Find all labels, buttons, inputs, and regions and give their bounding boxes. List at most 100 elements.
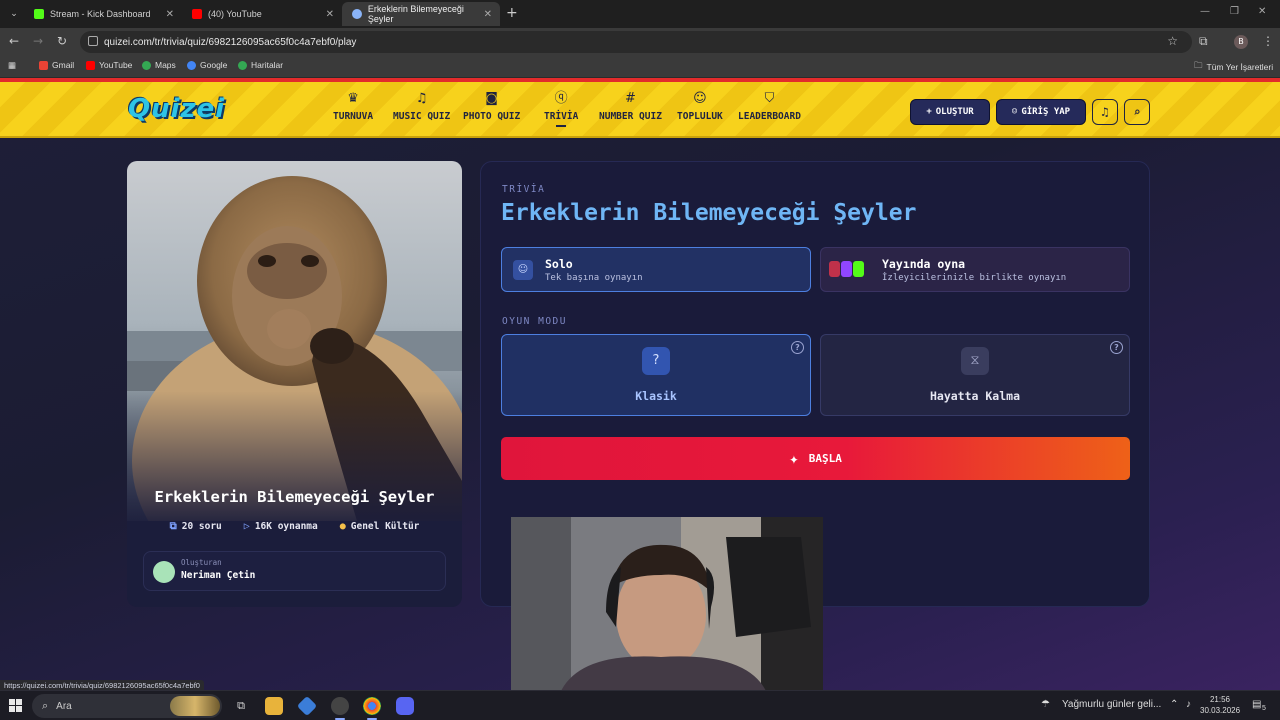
site-info-icon[interactable] <box>88 36 98 46</box>
clock-time: 21:56 <box>1209 695 1231 704</box>
camera-icon: ◙ <box>485 91 498 106</box>
mode-classic[interactable]: ? Klasik ? <box>501 334 811 416</box>
forward-arrow-icon[interactable]: → <box>33 34 43 48</box>
help-icon[interactable]: ? <box>791 341 804 354</box>
quiz-title: Erkeklerin Bilemeyeceği Şeyler <box>154 488 435 506</box>
creator-name[interactable]: Neriman Çetin <box>181 570 255 581</box>
close-tab-icon[interactable]: ✕ <box>166 9 174 20</box>
restore-icon[interactable]: ❐ <box>1230 6 1239 17</box>
close-tab-icon[interactable]: ✕ <box>326 9 334 20</box>
minimize-icon[interactable]: — <box>1200 6 1210 17</box>
bookmark-haritalar[interactable]: Haritalar <box>238 60 283 70</box>
music-note-icon: ♫ <box>415 91 428 106</box>
help-icon[interactable]: ? <box>1110 341 1123 354</box>
obs-icon[interactable] <box>331 697 349 720</box>
webcam-overlay <box>511 517 823 690</box>
quizei-favicon-icon <box>352 9 362 19</box>
kick-favicon-icon <box>34 9 44 19</box>
address-bar[interactable]: quizei.com/tr/trivia/quiz/6982126095ac65… <box>80 31 1192 53</box>
discord-icon[interactable] <box>396 697 414 715</box>
menu-kebab-icon[interactable]: ⋮ <box>1262 34 1274 48</box>
apps-grid-icon[interactable]: ▦ <box>8 60 16 71</box>
tab-title: Erkeklerin Bilemeyeceği Şeyler <box>367 4 464 24</box>
category: ● Genel Kültür <box>339 521 420 532</box>
tab-list-chevron-icon[interactable]: ⌄ <box>6 6 22 22</box>
new-tab-plus-icon[interactable]: + <box>506 5 518 21</box>
weather-text[interactable]: Yağmurlu günler geli... <box>1062 699 1161 710</box>
weather-icon[interactable]: ☂ <box>1041 699 1050 710</box>
streamer-webcam-image <box>511 517 823 690</box>
bookmark-star-icon[interactable]: ☆ <box>1167 34 1178 48</box>
gmail-icon <box>39 60 48 70</box>
question-bubble-icon: ⓠ <box>554 91 568 106</box>
close-tab-icon[interactable]: ✕ <box>484 9 492 20</box>
play-count: ▷ 16K oynanma <box>243 521 318 532</box>
task-view-icon[interactable]: ⧉ <box>232 697 250 715</box>
tab-youtube[interactable]: (40) YouTube ✕ <box>182 2 342 26</box>
nav-photo-quiz[interactable]: ◙ PHOTO QUIZ <box>463 90 520 122</box>
file-explorer-icon[interactable] <box>265 697 283 715</box>
quiz-info-card: Erkeklerin Bilemeyeceği Şeyler ⧉ 20 soru … <box>127 161 462 607</box>
quizei-logo[interactable]: Quizei <box>128 94 225 124</box>
taskbar-search[interactable]: ⌕ Ara <box>32 694 222 718</box>
nav-turnuva[interactable]: ♛ TURNUVA <box>333 90 373 122</box>
app-diamond-icon[interactable] <box>296 695 318 717</box>
start-button[interactable]: ✦ BAŞLA <box>501 437 1130 480</box>
sparkles-icon: ✦ <box>789 449 799 468</box>
play-icon: ▷ <box>243 521 250 532</box>
clock-date: 30.03.2026 <box>1200 706 1241 715</box>
chrome-icon[interactable] <box>363 697 381 720</box>
site-header: Quizei ♛ TURNUVA ♫ MUSIC QUIZ ◙ PHOTO QU… <box>0 82 1280 138</box>
creator-avatar <box>153 561 175 583</box>
search-placeholder: Ara <box>56 700 72 712</box>
users-icon: ☺ <box>693 91 707 106</box>
google-icon <box>187 60 196 70</box>
youtube-icon <box>829 261 840 277</box>
plus-icon: + <box>926 107 932 117</box>
solo-title: Solo <box>545 257 573 271</box>
nav-music-quiz[interactable]: ♫ MUSIC QUIZ <box>393 90 450 122</box>
tray-chevron-icon[interactable]: ⌃ <box>1170 699 1178 710</box>
solo-option[interactable]: ☺ Solo Tek başına oynayın <box>501 247 811 292</box>
hash-icon: # <box>625 91 636 106</box>
tab-quizei[interactable]: Erkeklerin Bilemeyeceği Şeyler ✕ <box>342 2 500 26</box>
bookmark-youtube[interactable]: YouTube <box>86 60 132 70</box>
nav-trivia[interactable]: ⓠ TRİVİA <box>544 90 578 127</box>
close-window-icon[interactable]: ✕ <box>1258 6 1266 17</box>
user-icon: ☺ <box>1011 107 1018 117</box>
address-url[interactable]: quizei.com/tr/trivia/quiz/6982126095ac65… <box>104 37 356 48</box>
notifications-icon[interactable]: ▤ <box>1252 699 1261 710</box>
extensions-icon[interactable]: ⧉ <box>1199 34 1208 49</box>
nav-leaderboard[interactable]: ⛉ LEADERBOARD <box>738 90 801 122</box>
nav-topluluk[interactable]: ☺ TOPLULUK <box>677 90 723 122</box>
quizei-page: Quizei ♛ TURNUVA ♫ MUSIC QUIZ ◙ PHOTO QU… <box>0 78 1280 690</box>
question-count: ⧉ 20 soru <box>169 521 222 532</box>
browser-tabstrip: ⌄ Stream - Kick Dashboard ✕ (40) YouTube… <box>0 0 1280 28</box>
notifications-bell-icon[interactable]: ♫ <box>1092 99 1118 125</box>
tab-kick-dashboard[interactable]: Stream - Kick Dashboard ✕ <box>24 2 182 26</box>
solo-subtitle: Tek başına oynayın <box>545 273 643 283</box>
windows-taskbar: ⌕ Ara ⧉ ☂ Yağmurlu günler geli... ⌃ ♪ 21… <box>0 690 1280 720</box>
reload-icon[interactable]: ↻ <box>57 34 67 48</box>
login-button[interactable]: ☺ GİRİŞ YAP <box>996 99 1086 125</box>
live-option[interactable]: Yayında oyna İzleyicilerinizle birlikte … <box>820 247 1130 292</box>
creator-box[interactable]: Oluşturan Neriman Çetin <box>143 551 446 591</box>
bookmark-gmail[interactable]: Gmail <box>39 60 74 70</box>
windows-start-icon[interactable] <box>9 699 22 712</box>
all-bookmarks[interactable]: 🗀 Tüm Yer İşaretleri <box>1194 60 1273 74</box>
questions-icon: ⧉ <box>169 521 177 532</box>
back-arrow-icon[interactable]: ← <box>9 34 19 48</box>
mode-survival[interactable]: ⧖ Hayatta Kalma ? <box>820 334 1130 416</box>
quiz-stats: ⧉ 20 soru ▷ 16K oynanma ● Genel Kültür <box>127 521 462 532</box>
profile-avatar[interactable]: B <box>1234 35 1248 49</box>
search-icon[interactable]: ⌕ <box>1124 99 1150 125</box>
create-button[interactable]: + OLUŞTUR <box>910 99 990 125</box>
nav-number-quiz[interactable]: # NUMBER QUIZ <box>599 90 662 122</box>
bookmark-maps[interactable]: Maps <box>142 60 176 70</box>
bookmark-google[interactable]: Google <box>187 60 227 70</box>
system-clock[interactable]: 21:56 30.03.2026 <box>1200 694 1240 716</box>
volume-icon[interactable]: ♪ <box>1186 699 1191 710</box>
tab-title: (40) YouTube <box>208 9 262 19</box>
image-fade <box>127 391 462 531</box>
browser-toolbar: ← → ↻ quizei.com/tr/trivia/quiz/69821260… <box>0 28 1280 56</box>
